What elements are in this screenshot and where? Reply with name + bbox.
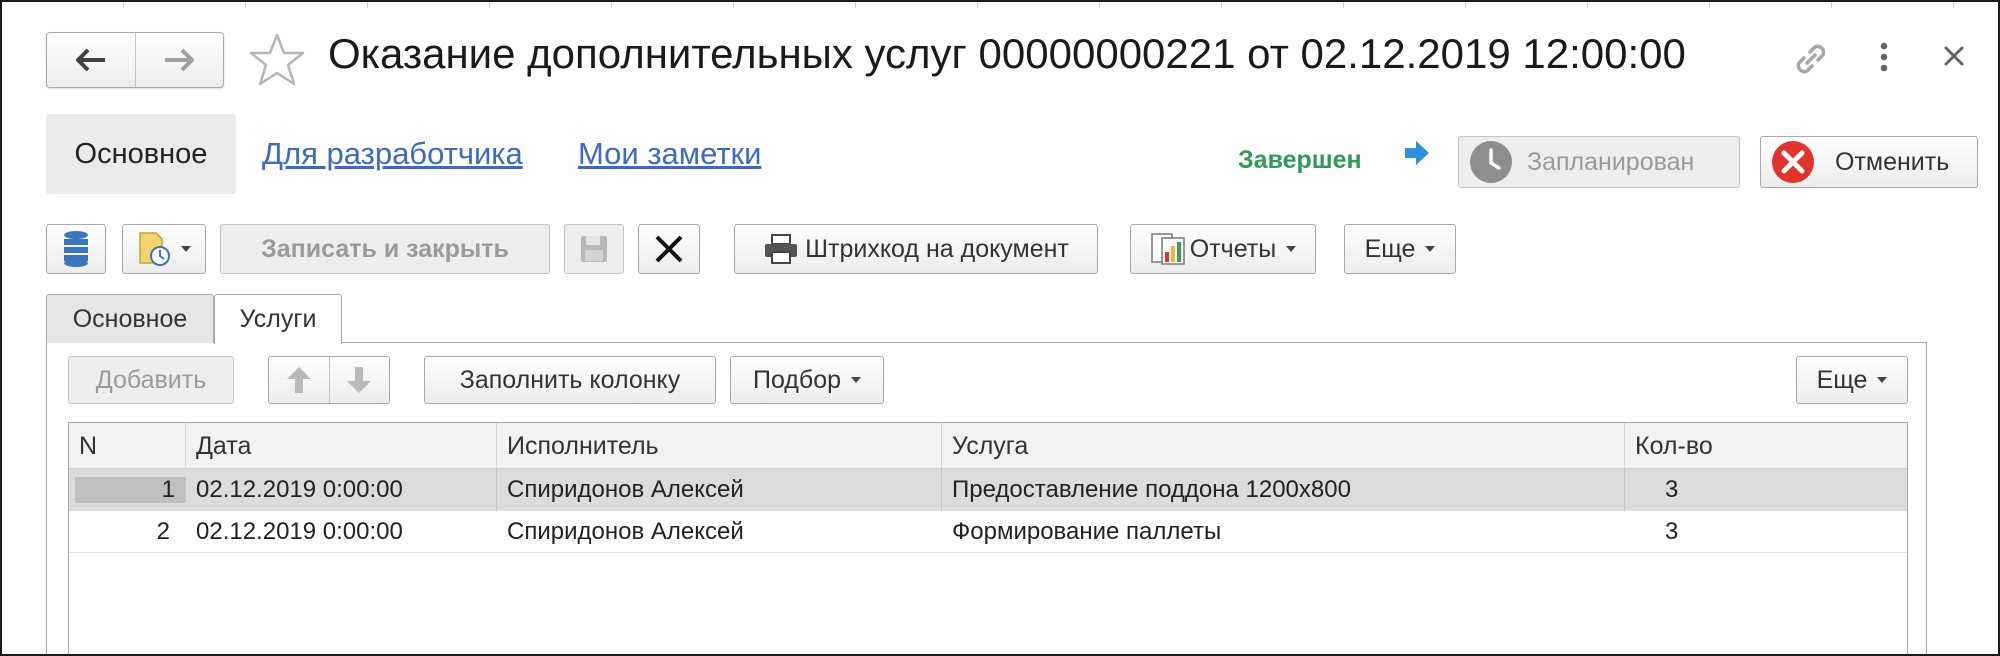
save-button[interactable]: [564, 224, 624, 274]
column-header-qty[interactable]: Кол-во: [1625, 423, 1909, 469]
red-x-icon: [1772, 141, 1814, 183]
planned-button[interactable]: Запланирован: [1458, 136, 1740, 188]
more-button[interactable]: Еще: [1344, 224, 1456, 274]
tab-main[interactable]: Основное: [46, 294, 214, 343]
barcode-button[interactable]: Штрихкод на документ: [734, 224, 1098, 274]
section-developer-link[interactable]: Для разработчика: [262, 136, 523, 172]
printer-icon: [765, 234, 798, 264]
chevron-down-icon: [1425, 246, 1436, 252]
reports-label: Отчеты: [1189, 234, 1277, 263]
move-up-button[interactable]: [269, 357, 330, 403]
more-vertical-icon[interactable]: [1874, 38, 1894, 78]
table-header: N Дата Исполнитель Услуга Кол-во: [69, 423, 1907, 469]
panel-border-right: [1926, 342, 1927, 654]
chevron-down-icon: [1286, 246, 1297, 252]
chevron-down-icon: [1877, 377, 1888, 383]
column-header-service[interactable]: Услуга: [942, 423, 1625, 469]
column-header-date[interactable]: Дата: [186, 423, 497, 469]
arrow-up-icon: [286, 367, 311, 393]
selection-label: Подбор: [752, 365, 842, 394]
fill-column-button[interactable]: Заполнить колонку: [424, 356, 716, 404]
close-icon[interactable]: [1942, 44, 1966, 68]
cell-qty: 3: [1665, 518, 1679, 545]
cell-qty: 3: [1665, 476, 1679, 503]
create-based-on-icon: [139, 232, 170, 266]
cell-date: 02.12.2019 0:00:00: [186, 469, 497, 511]
barcode-label: Штрихкод на документ: [805, 234, 1069, 263]
cell-executor: Спиридонов Алексей: [507, 518, 744, 545]
page-title: Оказание дополнительных услуг 0000000022…: [328, 30, 1686, 77]
document-window: Оказание дополнительных услуг 0000000022…: [0, 0, 2000, 656]
arrow-right-blue-icon: [1405, 141, 1429, 165]
clock-icon: [1470, 141, 1512, 183]
more-label: Еще: [1364, 234, 1416, 263]
cell-executor: Спиридонов Алексей: [497, 469, 942, 511]
delete-button[interactable]: [638, 224, 700, 274]
history-navigation: [46, 32, 224, 88]
table-row[interactable]: 2 02.12.2019 0:00:00 Спиридонов Алексей …: [69, 511, 1907, 553]
document-structure-icon: [64, 231, 88, 267]
arrow-left-icon: [75, 48, 105, 72]
cancel-button[interactable]: Отменить: [1760, 136, 1978, 188]
back-button[interactable]: [47, 33, 135, 87]
status-label: Завершен: [1238, 146, 1362, 174]
cell-service: Формирование паллеты: [952, 518, 1222, 545]
tab-services[interactable]: Услуги: [214, 294, 342, 344]
link-icon[interactable]: [1790, 38, 1832, 80]
services-table[interactable]: N Дата Исполнитель Услуга Кол-во 1 02.12…: [68, 422, 1908, 654]
move-buttons: [268, 356, 390, 404]
cancel-label: Отменить: [1835, 147, 1950, 176]
panel-border-left: [46, 342, 47, 654]
add-button[interactable]: Добавить: [68, 356, 234, 404]
cell-date: 02.12.2019 0:00:00: [196, 518, 403, 545]
star-icon[interactable]: [248, 32, 306, 88]
chevron-down-icon: [851, 377, 862, 383]
selection-button[interactable]: Подбор: [730, 356, 884, 404]
planned-label: Запланирован: [1527, 147, 1695, 176]
arrow-down-icon: [347, 367, 372, 393]
forward-button[interactable]: [134, 33, 224, 87]
column-header-n[interactable]: N: [69, 423, 186, 469]
cell-n: 2: [156, 518, 170, 545]
arrow-right-icon: [165, 48, 195, 72]
structure-button[interactable]: [46, 224, 106, 274]
reports-button[interactable]: Отчеты: [1130, 224, 1316, 274]
move-down-button[interactable]: [330, 357, 390, 403]
delete-x-icon: [655, 235, 683, 263]
top-strip: [2, 2, 1998, 8]
table-more-label: Еще: [1816, 365, 1868, 394]
table-row[interactable]: 1 02.12.2019 0:00:00 Спиридонов Алексей …: [69, 469, 1907, 511]
column-header-executor[interactable]: Исполнитель: [497, 423, 942, 469]
cell-n: 1: [75, 476, 186, 503]
reports-chart-icon: [1151, 233, 1185, 265]
section-main[interactable]: Основное: [46, 114, 236, 194]
floppy-icon: [581, 236, 607, 262]
cell-service: Предоставление поддона 1200х800: [942, 469, 1625, 511]
create-based-on-button[interactable]: [122, 224, 206, 274]
chevron-down-icon: [181, 246, 191, 252]
section-notes-link[interactable]: Мои заметки: [578, 136, 761, 172]
table-more-button[interactable]: Еще: [1796, 356, 1908, 404]
save-close-button[interactable]: Записать и закрыть: [220, 224, 550, 274]
